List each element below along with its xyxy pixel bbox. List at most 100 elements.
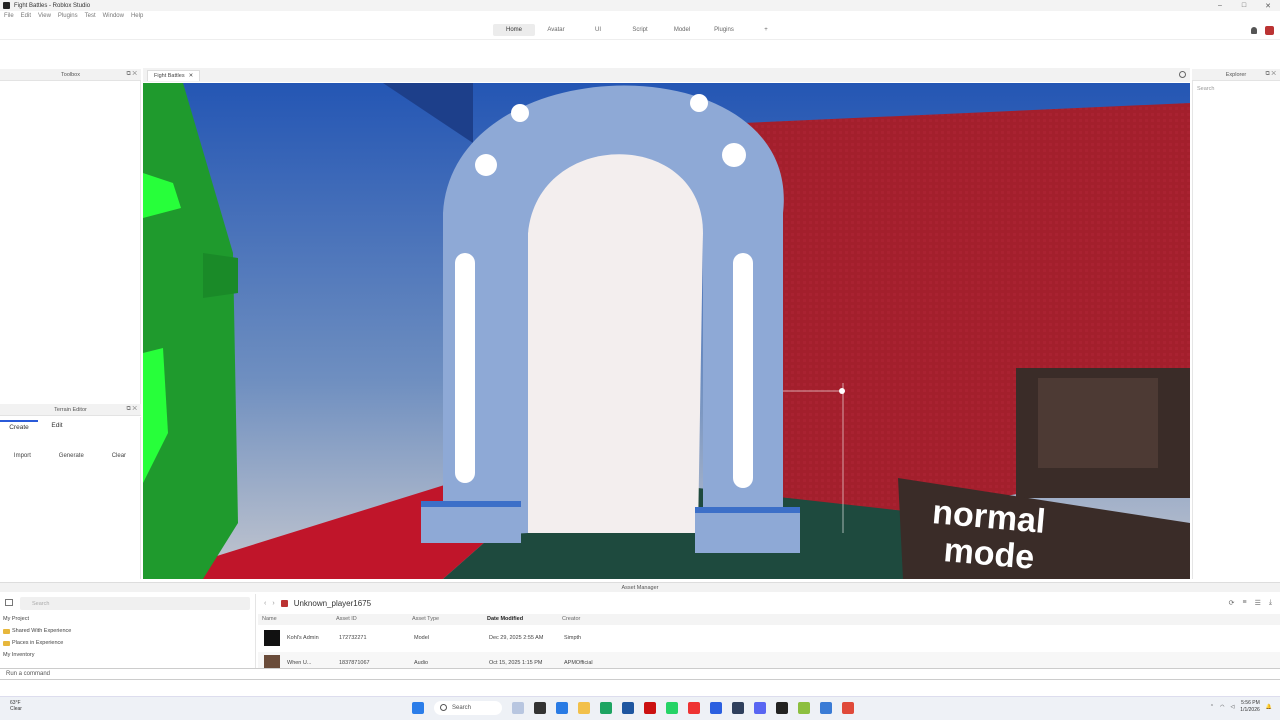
roblox-studio-icon[interactable] — [820, 702, 832, 714]
asset-manager-title: Asset Manager — [621, 584, 659, 591]
widgets-icon[interactable] — [512, 702, 524, 714]
menu-edit[interactable]: Edit — [21, 13, 31, 19]
app-icon[interactable] — [710, 702, 722, 714]
tree-shared-with-experience[interactable]: Shared With Experience — [3, 628, 71, 634]
minimize-icon[interactable]: – — [1208, 0, 1232, 11]
terrain-close-icon[interactable]: ⧉ ✕ — [126, 406, 137, 413]
app-icon[interactable] — [732, 702, 744, 714]
filter-icon[interactable]: ≡ — [1243, 599, 1247, 607]
breadcrumb: ‹ › Unknown_player1675 — [264, 599, 371, 608]
roblox-icon[interactable] — [776, 702, 788, 714]
discord-icon[interactable] — [754, 702, 766, 714]
breadcrumb-label[interactable]: Unknown_player1675 — [294, 599, 371, 608]
table-row[interactable]: Kohl's Admin 172732271 Model Dec 29, 202… — [258, 627, 1280, 649]
asset-search-input[interactable]: Search — [20, 597, 250, 610]
file-explorer-icon[interactable] — [578, 702, 590, 714]
tab-home[interactable]: Home — [493, 24, 535, 36]
refresh-icon[interactable]: ⟳ — [1229, 599, 1235, 607]
close-icon[interactable]: ✕ — [1256, 0, 1280, 11]
column-name[interactable]: Name — [262, 614, 277, 625]
minecraft-icon[interactable] — [798, 702, 810, 714]
taskbar-search[interactable]: Search — [434, 701, 502, 715]
youtube-icon[interactable] — [688, 702, 700, 714]
wifi-icon[interactable]: ◠ — [1220, 704, 1224, 710]
download-icon[interactable]: ⤓ — [1269, 599, 1272, 607]
tab-avatar[interactable]: Avatar — [535, 24, 577, 36]
app-icon[interactable] — [644, 702, 656, 714]
chrome-icon[interactable] — [600, 702, 612, 714]
asset-grid-panel: ‹ › Unknown_player1675 ⟳ ≡ ☰ ⤓ Name Asse… — [258, 594, 1280, 674]
volume-icon[interactable]: ◁ — [1230, 704, 1234, 710]
explorer-close-icon[interactable]: ⧉ ✕ — [1265, 71, 1276, 78]
toolbox-title: Toolbox — [61, 71, 80, 78]
menu-plugins[interactable]: Plugins — [58, 13, 78, 19]
terrain-tab-create[interactable]: Create — [0, 420, 38, 435]
maximize-icon[interactable]: □ — [1232, 0, 1256, 11]
notifications-icon[interactable] — [1251, 27, 1257, 34]
column-date-modified[interactable]: Date Modified — [487, 614, 523, 625]
forward-arrow-icon[interactable]: › — [272, 600, 274, 607]
close-tab-icon[interactable]: ✕ — [189, 73, 194, 79]
asset-id: 172732271 — [339, 635, 367, 641]
system-tray: ⌃ ◠ ◁ 5:56 PM 1/1/2026 🔔 — [1210, 700, 1272, 714]
gear-icon[interactable] — [1179, 71, 1186, 78]
generate-button[interactable]: Generate — [59, 453, 84, 459]
panel-close-icon[interactable]: ⧉ ✕ — [126, 71, 137, 78]
folder-icon — [3, 640, 10, 646]
import-button[interactable]: Import — [14, 453, 31, 459]
command-bar-input[interactable]: Run a command — [0, 668, 1280, 680]
3d-viewport[interactable]: normal mode — [143, 83, 1190, 579]
avatar[interactable] — [1265, 26, 1274, 35]
store-icon[interactable] — [622, 702, 634, 714]
grid-header: Name Asset ID Asset Type Date Modified C… — [258, 614, 1280, 625]
taskbar-search-label: Search — [452, 705, 472, 711]
weather-widget[interactable]: 63°F Clear — [10, 700, 22, 712]
column-asset-id[interactable]: Asset ID — [336, 614, 357, 625]
clear-button[interactable]: Clear — [112, 453, 126, 459]
notification-center-icon[interactable]: 🔔 — [1266, 704, 1272, 710]
explorer-search-input[interactable]: Search — [1197, 84, 1277, 94]
terrain-editor-header: Terrain Editor ⧉ ✕ — [0, 404, 141, 416]
toolbox-panel — [0, 81, 141, 404]
explorer-panel: Search — [1192, 81, 1280, 579]
clock[interactable]: 5:56 PM 1/1/2026 — [1240, 700, 1259, 714]
tree-my-project[interactable]: My Project — [3, 616, 29, 622]
app-icon[interactable] — [842, 702, 854, 714]
asset-search-placeholder: Search — [32, 600, 50, 607]
start-icon[interactable] — [412, 702, 424, 714]
document-tab[interactable]: Fight Battles ✕ — [147, 70, 201, 81]
taskbar: 63°F Clear Search ⌃ ◠ ◁ 5:56 PM 1/1/2026… — [0, 696, 1280, 720]
document-tab-strip: Fight Battles ✕ — [143, 68, 1190, 82]
task-view-icon[interactable] — [534, 702, 546, 714]
tab-plugins[interactable]: Plugins — [703, 24, 745, 36]
tree-my-inventory[interactable]: My Inventory — [3, 652, 34, 658]
ribbon: Home Avatar UI Script Model Plugins + — [0, 22, 1280, 40]
clock-time: 5:56 PM — [1241, 700, 1260, 706]
add-tab-button[interactable]: + — [745, 24, 787, 36]
back-arrow-icon[interactable]: ‹ — [264, 600, 266, 607]
chevron-up-icon[interactable]: ⌃ — [1210, 704, 1214, 710]
edge-icon[interactable] — [556, 702, 568, 714]
terrain-tab-edit[interactable]: Edit — [38, 420, 76, 435]
document-tab-label: Fight Battles — [154, 73, 185, 79]
tab-script[interactable]: Script — [619, 24, 661, 36]
user-icon — [280, 600, 288, 607]
tree-label: Shared With Experience — [12, 628, 72, 634]
menu-file[interactable]: File — [4, 13, 14, 19]
tab-ui[interactable]: UI — [577, 24, 619, 36]
terrain-editor-panel: Create Edit Import Generate Clear — [0, 417, 141, 579]
menu-test[interactable]: Test — [85, 13, 96, 19]
explorer-search-placeholder: Search — [1197, 86, 1215, 92]
sidebar-toggle-icon[interactable] — [5, 599, 13, 606]
roblox-studio-logo-icon — [3, 2, 10, 9]
list-view-icon[interactable]: ☰ — [1255, 599, 1261, 607]
column-asset-type[interactable]: Asset Type — [412, 614, 439, 625]
tree-places-in-experience[interactable]: Places in Experience — [3, 640, 63, 646]
tab-model[interactable]: Model — [661, 24, 703, 36]
menu-window[interactable]: Window — [103, 13, 124, 19]
whatsapp-icon[interactable] — [666, 702, 678, 714]
asset-manager-header: Asset Manager — [0, 582, 1280, 592]
column-creator[interactable]: Creator — [562, 614, 580, 625]
menu-view[interactable]: View — [38, 13, 51, 19]
menu-help[interactable]: Help — [131, 13, 143, 19]
